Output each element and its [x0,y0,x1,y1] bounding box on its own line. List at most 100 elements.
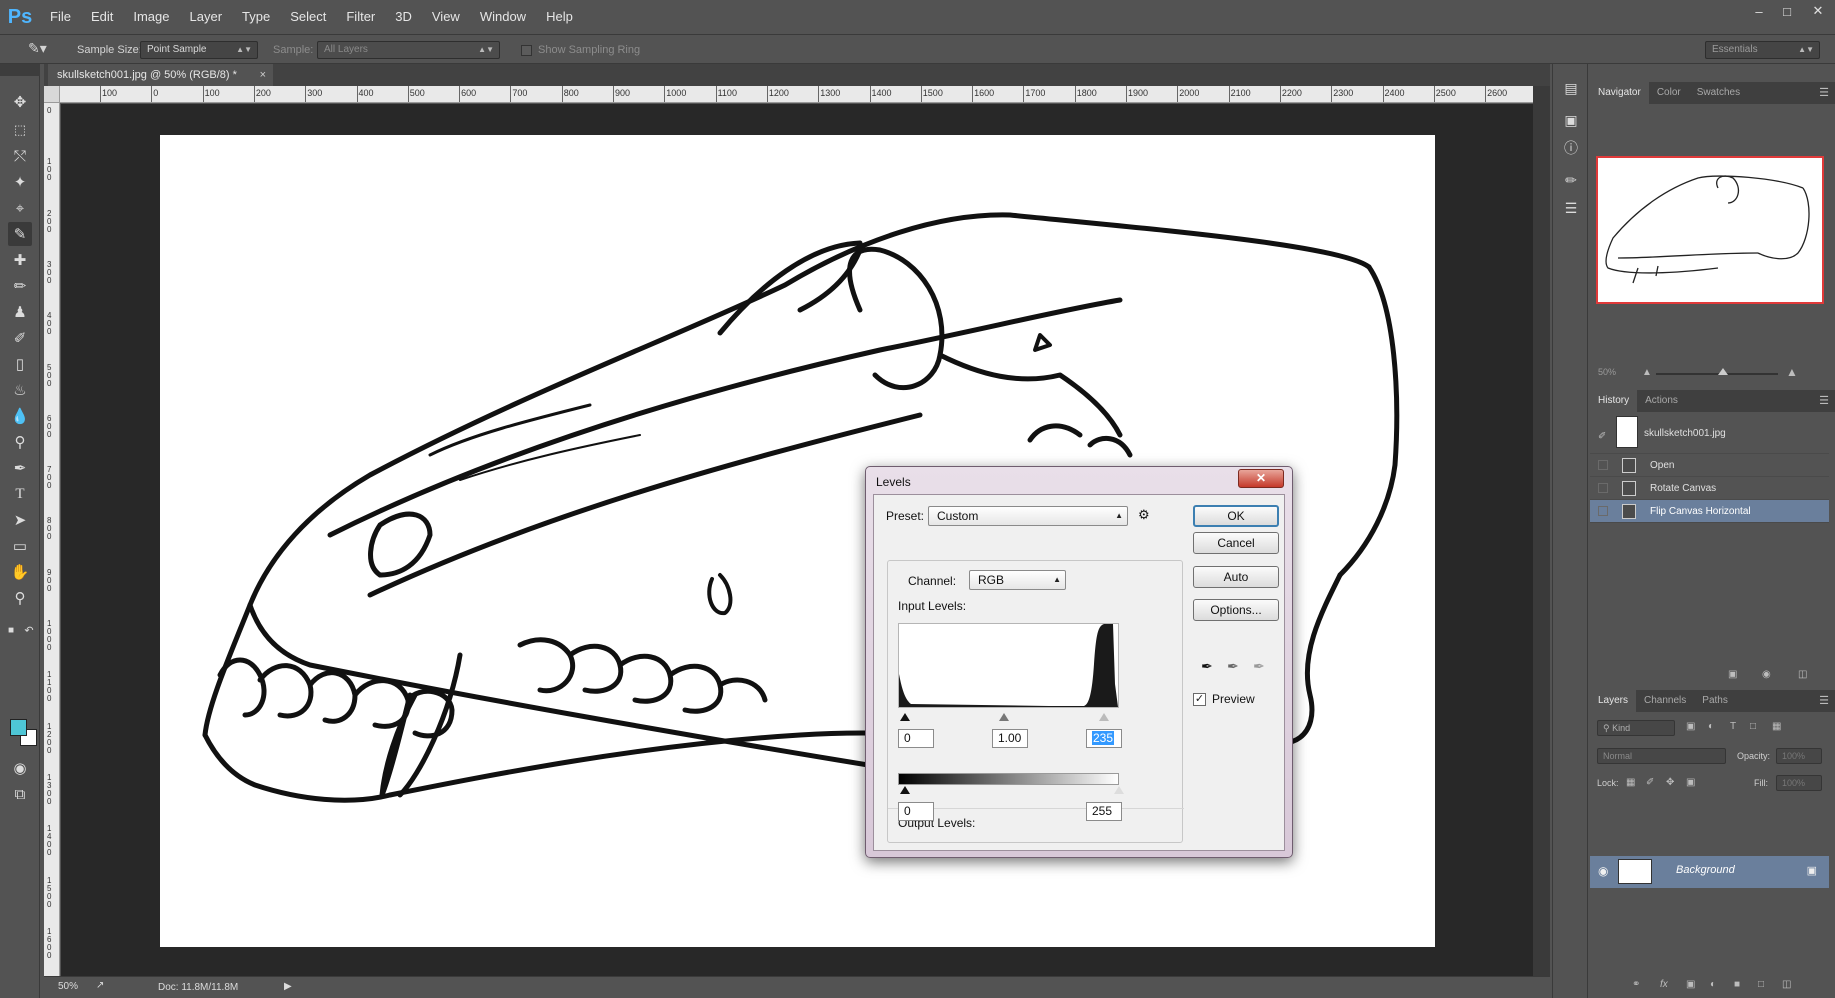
menu-edit[interactable]: Edit [81,0,123,34]
tab-layers[interactable]: Layers [1590,690,1637,712]
layer-comps-icon[interactable]: ▣ [1559,108,1583,132]
input-black-slider[interactable] [900,713,910,721]
tab-swatches[interactable]: Swatches [1689,82,1748,104]
opacity-input[interactable]: 100% [1776,748,1822,764]
menu-view[interactable]: View [422,0,470,34]
adjustment-layer-icon[interactable]: ◐ [1710,979,1716,990]
adjustments-icon[interactable]: ☰ [1559,196,1583,220]
history-brush-source-checkbox[interactable] [1598,460,1608,470]
history-brush-tool-icon[interactable]: ✐ [8,326,32,350]
dodge-tool-icon[interactable]: ⚲ [8,430,32,454]
new-group-icon[interactable]: ■ [1734,979,1740,990]
lock-transparent-pixels-icon[interactable]: ▦ [1626,777,1635,788]
tab-channels[interactable]: Channels [1636,690,1694,712]
trash-icon[interactable]: ◫ [1798,669,1807,680]
status-menu-arrow-icon[interactable]: ▶ [284,981,292,992]
panel-menu-icon[interactable]: ☰ [1819,694,1829,707]
fill-input[interactable]: 100% [1776,775,1822,791]
blur-tool-icon[interactable]: 💧 [8,404,32,428]
toolbar-grip[interactable] [0,64,40,76]
healing-brush-tool-icon[interactable]: ✚ [8,248,32,272]
panel-menu-icon[interactable]: ☰ [1819,86,1829,99]
panel-menu-icon[interactable]: ☰ [1819,394,1829,407]
levels-titlebar[interactable]: Levels ✕ [866,467,1292,493]
navigator-zoom-value[interactable]: 50% [1598,367,1616,377]
output-white-slider[interactable] [1114,786,1124,794]
history-brush-source-checkbox[interactable] [1598,483,1608,493]
eyedropper-tool-preset-icon[interactable]: ✎▾ [28,39,47,57]
share-icon[interactable]: ↗ [96,980,104,991]
pen-tool-icon[interactable]: ✒ [8,456,32,480]
filter-pixel-icon[interactable]: ▣ [1686,721,1695,732]
layer-filter-kind-select[interactable]: ⚲ Kind [1597,720,1675,736]
filter-adjustment-icon[interactable]: ◐ [1708,721,1714,732]
lasso-tool-icon[interactable]: ⤲ [8,144,32,168]
minimize-icon[interactable]: – [1745,0,1773,22]
preset-options-gear-icon[interactable]: ⚙ [1138,507,1150,523]
show-sampling-ring-checkbox[interactable] [521,45,532,56]
link-layers-icon[interactable]: ⚭ [1632,979,1640,990]
close-icon[interactable]: ✕ [1238,469,1284,488]
eyedropper-tool-icon[interactable]: ✎ [8,222,32,246]
lock-position-icon[interactable]: ✥ [1666,777,1674,788]
blend-mode-select[interactable]: Normal [1597,748,1726,764]
close-tab-icon[interactable]: × [260,64,266,86]
history-brush-source-icon[interactable]: ✐ [1598,425,1606,448]
history-item[interactable]: Rotate Canvas [1590,477,1829,500]
output-black-field[interactable]: 0 [898,802,934,821]
menu-filter[interactable]: Filter [336,0,385,34]
menu-window[interactable]: Window [470,0,536,34]
navigator-thumbnail[interactable] [1596,156,1824,304]
tab-paths[interactable]: Paths [1694,690,1736,712]
tab-history[interactable]: History [1590,390,1638,412]
tab-color[interactable]: Color [1649,82,1689,104]
history-snapshot[interactable]: ✐ skullsketch001.jpg [1590,412,1829,454]
sample-size-select[interactable]: Point Sample ▲▼ [140,41,258,59]
zoom-tool-icon[interactable]: ⚲ [8,586,32,610]
menu-image[interactable]: Image [123,0,179,34]
histogram-icon[interactable]: ▤ [1559,76,1583,100]
ok-button[interactable]: OK [1193,505,1279,527]
screen-mode-icon[interactable]: ⧉ [8,782,32,806]
horizontal-ruler[interactable]: 100 0 100 200 300 400 500 600 700 800 900 1000 1100 1… [60,86,1550,103]
history-item-selected[interactable]: Flip Canvas Horizontal [1590,500,1829,523]
gray-point-eyedropper-icon[interactable]: ✒ [1227,658,1239,675]
type-tool-icon[interactable]: T [8,482,32,506]
visibility-eye-icon[interactable]: ◉ [1598,864,1608,878]
zoom-level[interactable]: 50% [58,981,78,992]
filter-shape-icon[interactable]: □ [1750,721,1756,732]
menu-type[interactable]: Type [232,0,280,34]
new-layer-icon[interactable]: □ [1758,979,1764,990]
history-brush-source-checkbox[interactable] [1598,506,1608,516]
preset-select[interactable]: Custom ▲ [928,506,1128,526]
maximize-icon[interactable]: □ [1773,0,1801,22]
rectangle-tool-icon[interactable]: ▭ [8,534,32,558]
workspace-select[interactable]: Essentials ▲▼ [1705,41,1820,59]
options-button[interactable]: Options... [1193,599,1279,621]
hand-tool-icon[interactable]: ✋ [8,560,32,584]
path-selection-tool-icon[interactable]: ➤ [8,508,32,532]
input-gamma-field[interactable]: 1.00 [992,729,1028,748]
brush-presets-icon[interactable]: ✏ [1559,168,1583,192]
delete-layer-icon[interactable]: ◫ [1782,979,1791,990]
zoom-out-icon[interactable]: ▲ [1642,367,1652,378]
vertical-ruler[interactable]: 0 1 0 0 2 0 0 3 0 0 4 0 0 5 0 0 6 0 0 7 0 0 8 0 … [44,103,60,976]
foreground-color-swatch[interactable] [10,719,27,736]
output-white-field[interactable]: 255 [1086,802,1122,821]
menu-select[interactable]: Select [280,0,336,34]
default-colors-icon[interactable]: ■ [4,618,18,642]
input-white-slider[interactable] [1099,713,1109,721]
swap-colors-icon[interactable]: ↶ [22,618,36,642]
tab-actions[interactable]: Actions [1637,390,1686,412]
zoom-in-icon[interactable]: ▲ [1786,365,1798,379]
layer-row-background[interactable]: ◉ Background ▣ [1590,856,1829,888]
document-tab[interactable]: skullsketch001.jpg @ 50% (RGB/8) * × [48,64,273,86]
history-item[interactable]: Open [1590,454,1829,477]
input-gamma-slider[interactable] [999,713,1009,721]
marquee-tool-icon[interactable]: ⬚ [8,118,32,142]
vertical-scrollbar[interactable] [1533,86,1550,976]
fx-icon[interactable]: fx [1660,979,1668,990]
magic-wand-tool-icon[interactable]: ✦ [8,170,32,194]
clone-stamp-tool-icon[interactable]: ♟ [8,300,32,324]
close-icon[interactable]: ✕ [1801,0,1835,22]
